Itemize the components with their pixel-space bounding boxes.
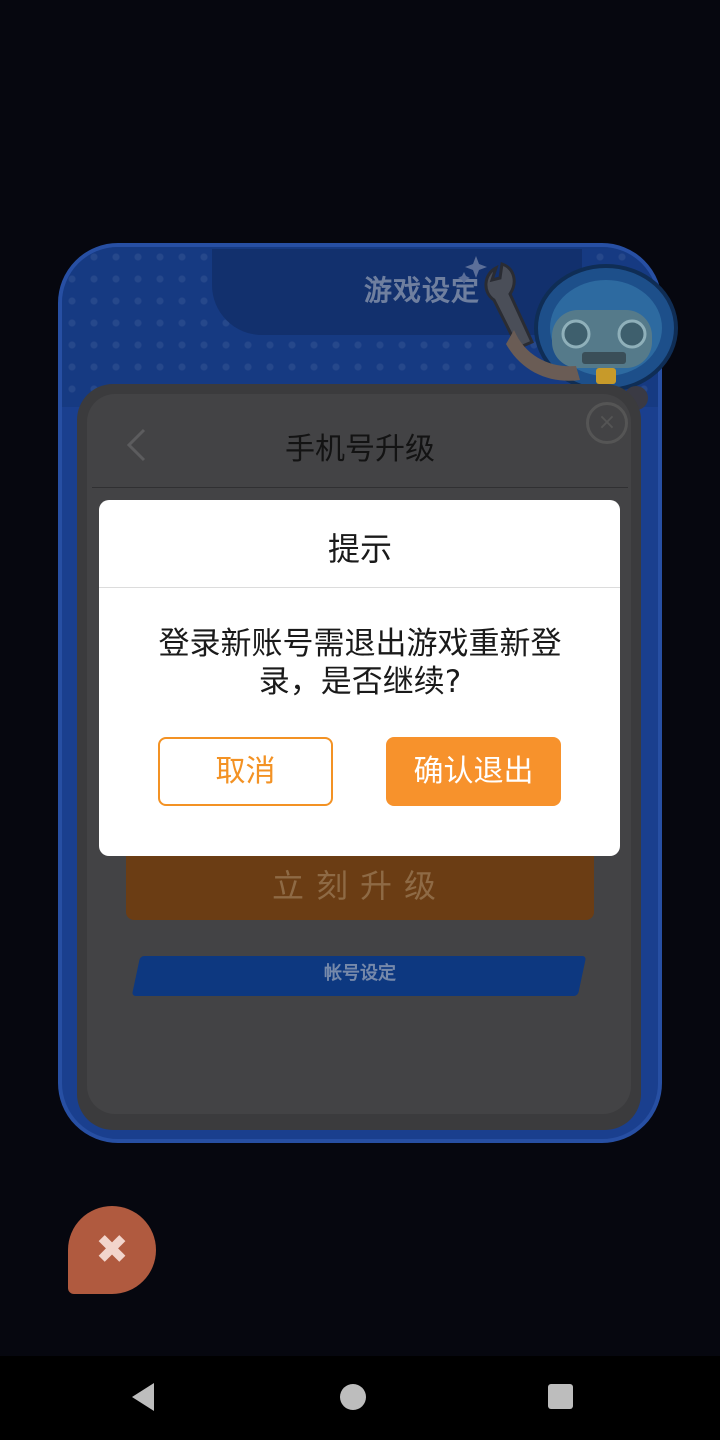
nav-home-icon[interactable] [340, 1384, 366, 1410]
close-circle-icon[interactable]: × [586, 402, 628, 444]
header-divider [92, 487, 628, 488]
nav-recent-apps-icon[interactable] [548, 1384, 573, 1409]
dialog-divider [99, 587, 620, 588]
nav-back-icon[interactable] [130, 1382, 156, 1412]
account-settings-label: 帐号设定 [324, 963, 396, 984]
confirm-exit-button[interactable]: 确认退出 [386, 737, 561, 806]
dialog-title: 提示 [327, 530, 392, 568]
dialog-message: 登录新账号需退出游戏重新登录，是否继续? [158, 626, 562, 700]
upgrade-now-button[interactable]: 立刻升级 [126, 852, 594, 920]
close-icon[interactable]: ✖ [68, 1206, 156, 1294]
cancel-button[interactable]: 取消 [158, 737, 333, 806]
